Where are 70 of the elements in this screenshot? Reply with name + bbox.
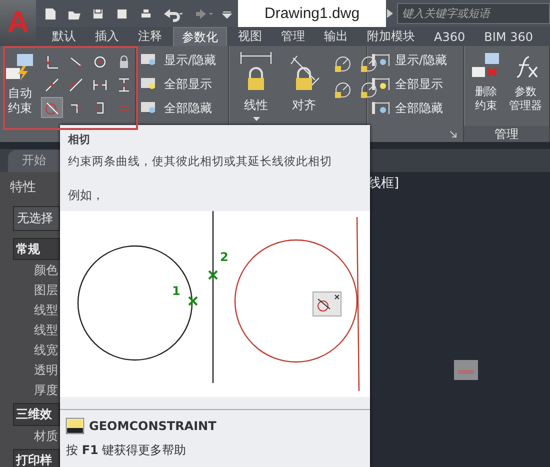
constraint-icon [44,54,60,70]
display-button[interactable]: 显示/隐藏 [371,50,459,70]
ribbon-tab[interactable]: A360 [426,27,474,46]
marker-label: 1 [172,284,180,298]
dropdown-icon[interactable] [252,117,260,121]
dialog-launcher-icon[interactable] [450,131,457,138]
auto-constrain-button[interactable]: 自动约束 [3,50,37,118]
example-label: 例如， [67,187,105,204]
ribbon-tab[interactable]: 插入 [87,27,127,46]
command-name: GEOMCONSTRAINT [89,419,216,433]
ribbon-tab[interactable]: 默认 [44,27,84,46]
display-button[interactable]: 全部隐藏 [140,98,224,118]
lightning-icon [5,52,35,82]
ribbon-tab[interactable]: 管理 [273,27,313,46]
display-button[interactable]: 全部隐藏 [371,98,459,118]
display-button[interactable]: 全部显示 [371,74,459,94]
ribbon-tab[interactable]: 视图 [230,27,270,46]
marker-label: 2 [220,250,228,264]
constraint-badge [312,292,342,316]
ribbon-tab[interactable]: 输出 [316,27,356,46]
property-label: 线宽 [34,342,58,358]
cross-mark [208,270,218,280]
search-field[interactable]: 键入关键字或短语 [397,3,550,24]
command-icon [66,418,84,434]
property-group-header[interactable]: 三维效 [13,403,60,426]
property-group-header[interactable]: 打印样 [13,449,60,467]
property-label: 线型 [34,302,58,318]
display-toggle-icon [371,100,391,116]
save-icon[interactable] [90,6,106,22]
property-label: 厚度 [34,382,58,398]
linear-dimension-button[interactable]: 线性 [237,50,275,123]
new-file-icon[interactable] [42,6,58,22]
help-hint: 按 F1 键获得更多帮助 [65,442,188,459]
property-label: 线型 [34,322,58,338]
constraint-icon [44,76,60,92]
window-title: Drawing1.dwg [238,0,386,27]
delete-constraints-button[interactable]: 删除约束 [470,50,502,114]
ribbon-tab[interactable]: 注释 [130,27,170,46]
display-toggle-icon [371,76,391,92]
display-toggle-icon [371,52,391,68]
constraint-icon [92,54,108,70]
save-as-icon[interactable] [114,6,130,22]
ribbon-tab[interactable]: 附加模块 [359,27,423,46]
property-label: 材质 [34,428,58,444]
selection-dropdown[interactable]: 无选择 [13,206,60,231]
angular-dimension-icon[interactable] [333,80,353,100]
property-label: 透明 [34,362,58,378]
tooltip-description: 约束两条曲线，使其彼此相切或其延长线彼此相切 [67,153,333,169]
panel-title: 管理 [464,126,549,142]
cross-mark [188,296,198,306]
palette-title: 特性 [10,179,36,197]
display-button[interactable]: 全部显示 [140,74,224,94]
file-tab[interactable]: 开始 [8,150,60,172]
ribbon-tab[interactable]: 参数化 [173,27,227,46]
radius-dimension-icon[interactable] [333,54,353,74]
display-button[interactable]: 显示/隐藏 [140,50,224,70]
diameter-dimension-icon[interactable] [359,54,379,74]
constraint-tool-button[interactable] [41,97,63,118]
print-icon[interactable] [138,6,154,22]
ribbon-tab[interactable]: BIM 360 [476,27,541,46]
property-label: 颜色 [34,262,58,278]
property-label: 图层 [34,282,58,298]
constraint-icon [68,76,84,92]
convert-dimension-icon[interactable] [359,80,379,100]
constraint-icon [116,76,132,92]
aligned-dimension-button[interactable]: 对齐 [285,50,323,115]
constraint-icon [44,100,60,116]
parameters-manager-button[interactable]: 参数管理器 [508,50,543,114]
tooltip-title: 相切 [66,132,91,146]
property-group-header[interactable]: 常规 [13,238,60,260]
